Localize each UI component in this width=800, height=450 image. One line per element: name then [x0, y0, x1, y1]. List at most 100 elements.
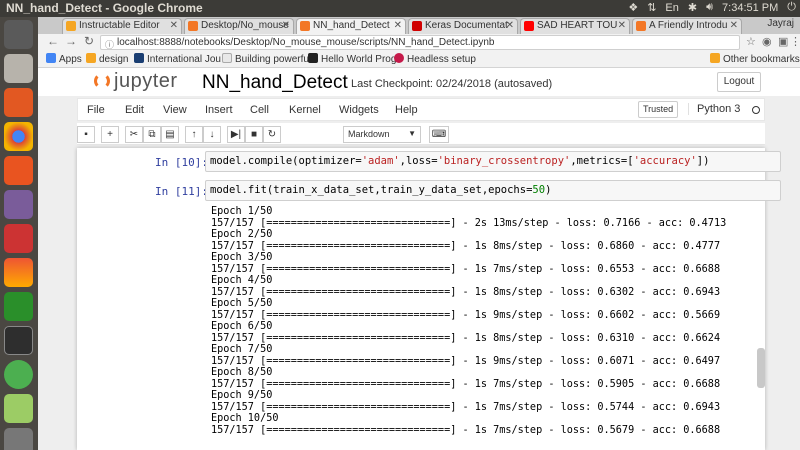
close-icon[interactable]: ✕ [282, 20, 290, 31]
menu-insert[interactable]: Insert [205, 104, 233, 116]
extension-icon[interactable]: ◉ [762, 35, 772, 48]
output-line: Epoch 9/50 [211, 390, 273, 401]
firefox-icon[interactable] [4, 88, 33, 117]
close-icon[interactable]: ✕ [618, 20, 626, 31]
menu-kernel[interactable]: Kernel [289, 104, 321, 116]
settings-app-icon[interactable] [4, 190, 33, 219]
kernel-name: Python 3 [688, 103, 740, 115]
forward-icon[interactable]: → [64, 34, 78, 48]
tab-friendly-intro[interactable]: A Friendly Introdu ✕ [632, 18, 742, 34]
bolt-app-icon[interactable] [4, 292, 33, 321]
text-editor-icon[interactable] [4, 224, 33, 253]
menu-view[interactable]: View [163, 104, 187, 116]
cell-type-select[interactable]: Markdown ▼ [343, 126, 421, 143]
output-line: Epoch 8/50 [211, 367, 273, 378]
audio-app-icon[interactable] [4, 258, 33, 287]
kernel-status-icon [752, 106, 760, 114]
jupyter-toolbar: ▪ + ✂ ⧉ ▤ ↑ ↓ ▶| ■ ↻ Markdown ▼ ⌨ [77, 123, 765, 145]
plus-icon[interactable]: + [101, 126, 119, 143]
ubuntu-dash-icon[interactable] [4, 20, 33, 49]
menu-edit[interactable]: Edit [125, 104, 144, 116]
clock[interactable]: 7:34:51 PM [722, 2, 778, 14]
checkpoint-status: Last Checkpoint: 02/24/2018 (autosaved) [351, 78, 553, 90]
code-cell-input[interactable]: model.fit(train_x_data_set,train_y_data_… [205, 180, 781, 201]
back-icon[interactable]: ← [46, 34, 60, 48]
profile-name[interactable]: Jayraj [767, 18, 794, 29]
close-icon[interactable]: ✕ [730, 20, 738, 31]
software-center-icon[interactable] [4, 156, 33, 185]
terminal-icon[interactable] [4, 326, 33, 355]
page-icon [222, 53, 232, 63]
output-line: Epoch 7/50 [211, 344, 273, 355]
tab-desktop-no-mouse[interactable]: Desktop/No_mouse ✕ [184, 18, 294, 34]
scrollbar[interactable] [757, 348, 765, 388]
volume-icon[interactable]: 🔊︎ [706, 1, 713, 14]
keyboard-layout-icon[interactable]: En [665, 2, 678, 14]
sync-app-icon[interactable] [4, 360, 33, 389]
bookmark-hello-world[interactable]: Hello World Prog [308, 53, 396, 65]
menu-file[interactable]: File [87, 104, 105, 116]
youtube-icon [524, 21, 534, 31]
logout-button[interactable]: Logout [717, 72, 761, 92]
trusted-indicator[interactable]: Trusted [638, 101, 679, 118]
other-bookmarks[interactable]: Other bookmarks [710, 53, 800, 65]
power-icon[interactable]: ⏻ [787, 1, 796, 14]
paste-icon[interactable]: ▤ [161, 126, 179, 143]
bookmark-building-powerful[interactable]: Building powerful [222, 53, 311, 65]
copy-icon[interactable]: ⧉ [143, 126, 161, 143]
close-icon[interactable]: ✕ [506, 20, 514, 31]
restart-icon[interactable]: ↻ [263, 126, 281, 143]
chrome-icon[interactable] [4, 122, 33, 151]
menu-help[interactable]: Help [395, 104, 418, 116]
folder-icon [710, 53, 720, 63]
code-cell-input[interactable]: model.compile(optimizer='adam',loss='bin… [205, 151, 781, 172]
output-line: 157/157 [==============================]… [211, 263, 721, 275]
address-bar[interactable]: ⓘ localhost:8888/notebooks/Desktop/No_mo… [100, 35, 740, 50]
trash-icon[interactable] [4, 428, 33, 450]
notebook-name[interactable]: NN_hand_Detect [202, 72, 348, 94]
menu-cell[interactable]: Cell [250, 104, 269, 116]
close-icon[interactable]: ✕ [170, 20, 178, 31]
stop-icon[interactable]: ■ [245, 126, 263, 143]
menu-icon[interactable]: ⋮ [790, 35, 800, 48]
cell-prompt: In [11]: [155, 185, 208, 198]
arrow-down-icon[interactable]: ↓ [203, 126, 221, 143]
tab-keras-documentation[interactable]: Keras Documentat ✕ [408, 18, 518, 34]
bookmark-international-journal[interactable]: International Jou [134, 53, 221, 65]
output-line: 157/157 [==============================]… [211, 309, 721, 321]
tab-instructable-editor[interactable]: Instructable Editor ✕ [62, 18, 182, 34]
dropbox-icon[interactable]: ❖ [628, 1, 638, 14]
save-icon[interactable]: ▪ [77, 126, 95, 143]
tab-sad-heart[interactable]: SAD HEART TOU ✕ [520, 18, 630, 34]
jupyter-logo-icon[interactable] [94, 73, 110, 89]
network-icon[interactable]: ⇅ [647, 1, 656, 14]
tab-nn-hand-detect[interactable]: NN_hand_Detect ✕ [296, 18, 406, 34]
menu-widgets[interactable]: Widgets [339, 104, 379, 116]
cell-output: Epoch 1/50 157/157 [=====================… [211, 206, 726, 436]
step-forward-icon[interactable]: ▶| [227, 126, 245, 143]
pocket-icon[interactable]: ▣ [778, 35, 788, 48]
bookmark-headless-setup[interactable]: Headless setup [394, 53, 476, 65]
code-text: model.compile(optimizer='adam',loss='bin… [210, 155, 710, 167]
files-icon[interactable] [4, 54, 33, 83]
output-line: Epoch 4/50 [211, 275, 273, 286]
output-line: Epoch 10/50 [211, 413, 279, 424]
keyboard-icon[interactable]: ⌨ [429, 126, 449, 143]
bookmark-design[interactable]: design [86, 53, 128, 65]
raspberry-pi-icon [394, 53, 404, 63]
reload-icon[interactable]: ↻ [82, 34, 96, 48]
bookmark-apps[interactable]: Apps [46, 53, 82, 65]
bluetooth-icon[interactable]: ✱ [688, 1, 697, 14]
image-viewer-icon[interactable] [4, 394, 33, 423]
output-line: 157/157 [==============================]… [211, 355, 721, 367]
jupyter-logo-text[interactable]: jupyter [114, 70, 178, 93]
page-info-icon[interactable]: ⓘ [105, 38, 114, 51]
keras-icon [412, 21, 422, 31]
star-icon[interactable]: ☆ [746, 35, 756, 48]
output-line: Epoch 3/50 [211, 252, 273, 263]
arrow-up-icon[interactable]: ↑ [185, 126, 203, 143]
cut-icon[interactable]: ✂ [125, 126, 143, 143]
close-icon[interactable]: ✕ [394, 20, 402, 31]
output-line: Epoch 2/50 [211, 229, 273, 240]
os-top-bar: NN_hand_Detect - Google Chrome ❖ ⇅ En ✱ … [0, 0, 800, 17]
